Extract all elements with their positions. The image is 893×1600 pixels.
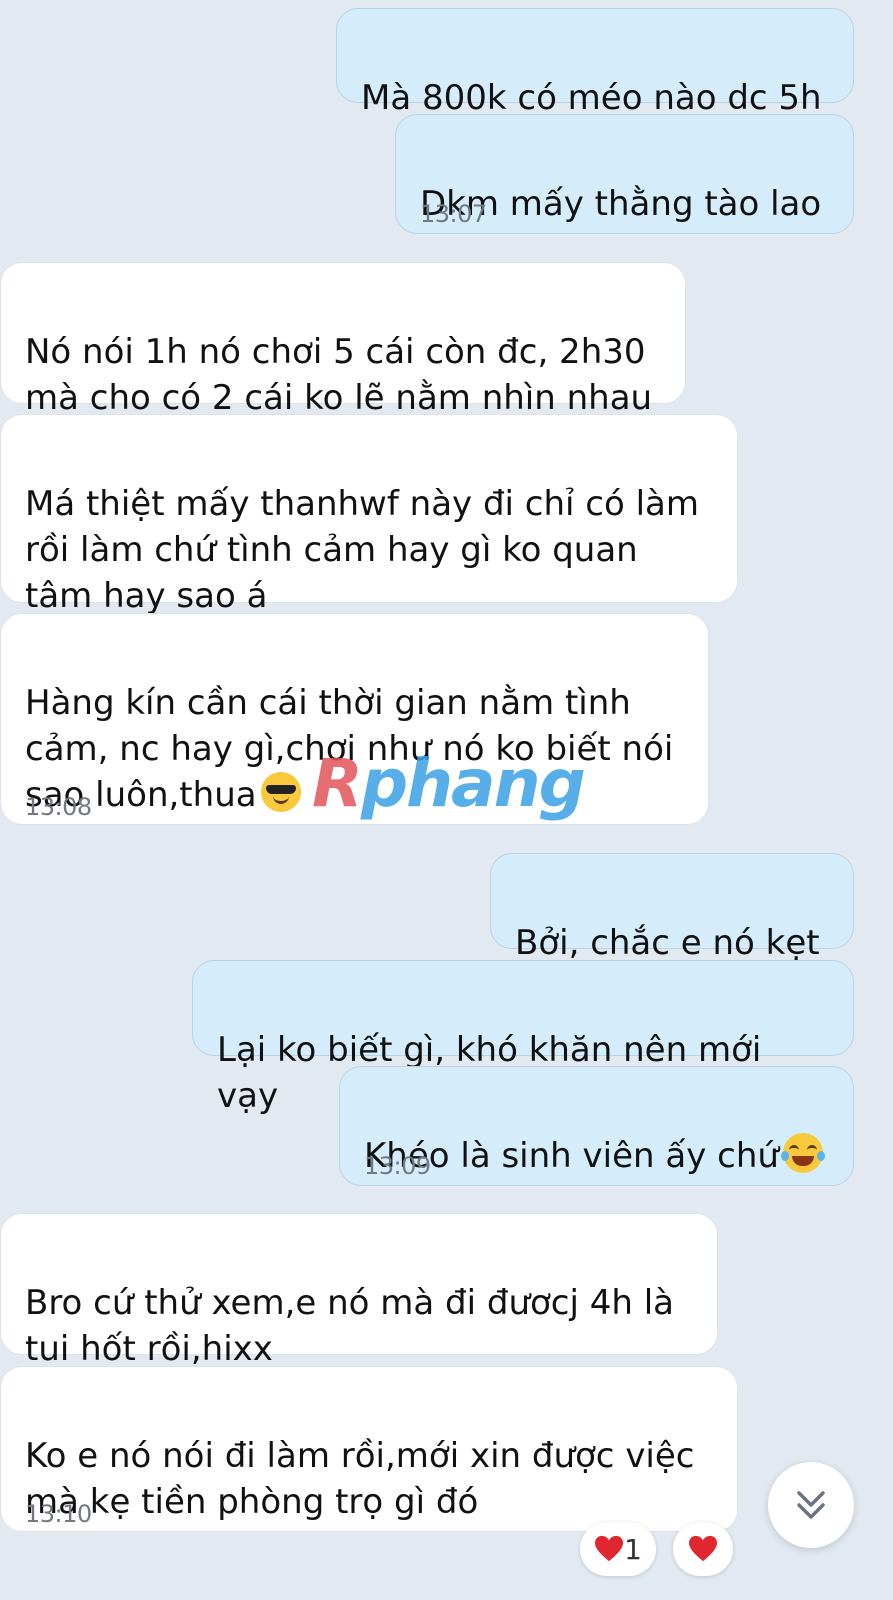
sunglasses-emoji bbox=[260, 772, 301, 812]
red-heart-icon bbox=[595, 1535, 624, 1562]
double-chevron-down-icon bbox=[797, 1491, 825, 1519]
message-bubble-outgoing[interactable]: Dkm mấy thằng tào lao 13:07 bbox=[395, 114, 854, 234]
message-timestamp: 13:08 bbox=[25, 793, 92, 821]
scroll-to-bottom-button[interactable] bbox=[768, 1462, 854, 1548]
tears-of-joy-emoji bbox=[780, 1133, 825, 1173]
reaction-count: 1 bbox=[624, 1532, 642, 1566]
message-bubble-outgoing[interactable]: Mà 800k có méo nào dc 5h bbox=[336, 8, 854, 118]
message-bubble-outgoing[interactable]: Bởi, chắc e nó kẹt bbox=[490, 853, 854, 963]
message-text: Mà 800k có méo nào dc 5h bbox=[361, 78, 822, 118]
message-timestamp: 13:07 bbox=[420, 200, 487, 228]
reaction-count-badge[interactable]: 1 bbox=[580, 1522, 656, 1576]
red-heart-icon bbox=[689, 1535, 717, 1562]
message-bubble-incoming[interactable]: Nó nói 1h nó chơi 5 cái còn đc, 2h30 mà … bbox=[0, 262, 686, 418]
message-text: Ko e nó nói đi làm rồi,mới xin được việc… bbox=[25, 1436, 695, 1522]
message-timestamp: 13:09 bbox=[364, 1152, 431, 1180]
message-bubble-incoming[interactable]: Ko e nó nói đi làm rồi,mới xin được việc… bbox=[0, 1366, 738, 1532]
message-text: Bởi, chắc e nó kẹt bbox=[515, 923, 820, 963]
message-text: Bro cứ thử xem,e nó mà đi đươcj 4h là tu… bbox=[25, 1283, 675, 1369]
message-bubble-incoming[interactable]: Bro cứ thử xem,e nó mà đi đươcj 4h là tu… bbox=[0, 1213, 718, 1369]
message-timestamp: 13:10 bbox=[25, 1500, 92, 1528]
message-bubble-outgoing[interactable]: Khéo là sinh viên ấy chứ 13:09 bbox=[339, 1066, 854, 1186]
message-text: Má thiệt mấy thanhwf này đi chỉ có làm r… bbox=[25, 484, 699, 616]
message-bubble-incoming[interactable]: Má thiệt mấy thanhwf này đi chỉ có làm r… bbox=[0, 414, 738, 616]
watermark-logo: Rphang bbox=[312, 745, 586, 822]
add-reaction-button[interactable] bbox=[673, 1522, 733, 1576]
message-bubble-outgoing[interactable]: Lại ko biết gì, khó khăn nên mới vạy bbox=[192, 960, 854, 1116]
message-text: Nó nói 1h nó chơi 5 cái còn đc, 2h30 mà … bbox=[25, 332, 653, 418]
